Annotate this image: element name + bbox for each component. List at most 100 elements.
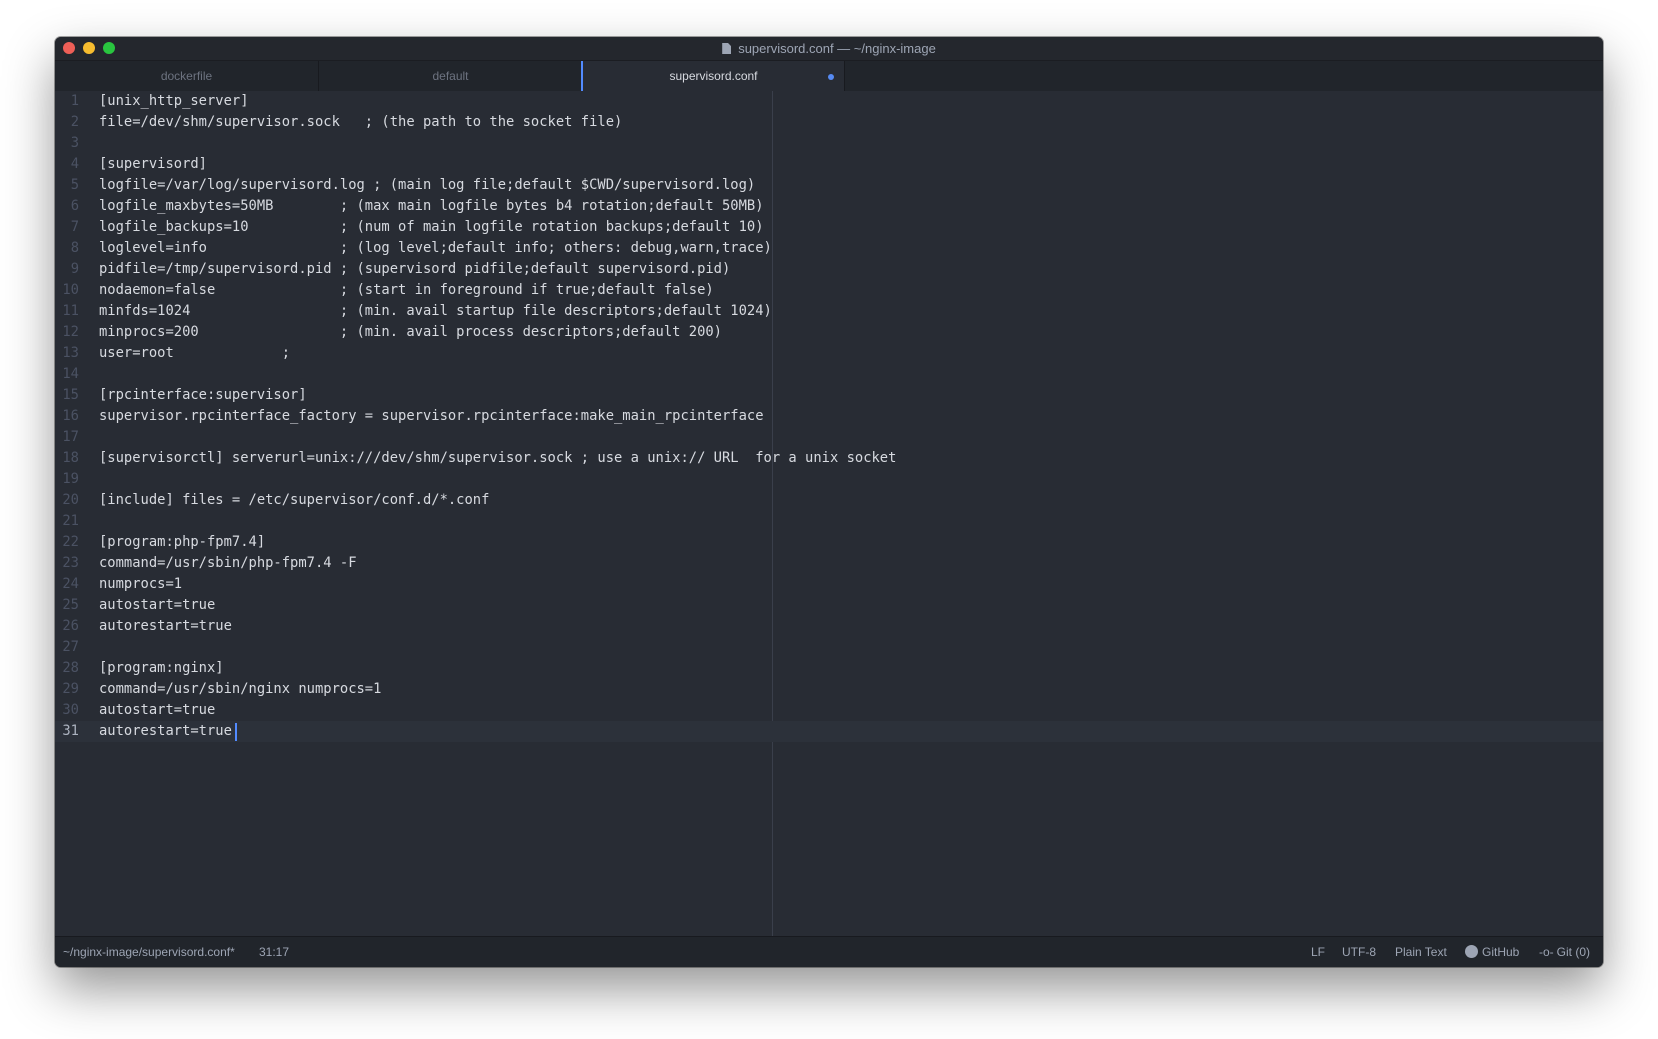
code-line-text: [unix_http_server] [99,93,249,109]
code-line[interactable]: 4 [supervisord] [55,154,1603,175]
status-file-path[interactable]: ~/nginx-image/supervisord.conf* [63,945,235,959]
status-line-ending[interactable]: LF [1311,945,1325,959]
code-line[interactable]: 25 autostart=true [55,595,1603,616]
line-number[interactable]: 29 [55,679,79,700]
code-line-text: autostart=true [99,702,216,718]
code-line-text: autorestart=true [99,618,232,634]
line-number[interactable]: 17 [55,427,79,448]
code-line[interactable]: 9 pidfile=/tmp/supervisord.pid ; (supervi… [55,259,1603,280]
code-line[interactable]: 30 autostart=true [55,700,1603,721]
tab-label: dockerfile [160,69,213,83]
line-number[interactable]: 9 [55,259,79,280]
line-number[interactable]: 15 [55,385,79,406]
line-number[interactable]: 2 [55,112,79,133]
line-number[interactable]: 23 [55,553,79,574]
line-number[interactable]: 16 [55,406,79,427]
line-number[interactable]: 28 [55,658,79,679]
github-icon [1465,945,1478,958]
code-line[interactable]: 17 [55,427,1603,448]
git-commit-icon: -o- [1539,945,1554,959]
document-icon [722,43,732,54]
code-line[interactable]: 10 nodaemon=false ; (start in foreground … [55,280,1603,301]
code-line[interactable]: 27 [55,637,1603,658]
line-number[interactable]: 24 [55,574,79,595]
window-title: supervisord.conf — ~/nginx-image [55,41,1603,56]
line-number[interactable]: 27 [55,637,79,658]
code-line[interactable]: 14 [55,364,1603,385]
line-number[interactable]: 13 [55,343,79,364]
code-line[interactable]: 22 [program:php-fpm7.4] [55,532,1603,553]
status-encoding[interactable]: UTF-8 [1342,945,1376,959]
tab-label: supervisord.conf [669,69,758,83]
line-number[interactable]: 6 [55,196,79,217]
code-line[interactable]: 23 command=/usr/sbin/php-fpm7.4 -F [55,553,1603,574]
line-number[interactable]: 20 [55,490,79,511]
code-line-text: numprocs=1 [99,576,183,592]
code-line-text: autostart=true [99,597,216,613]
text-editor[interactable]: 1 [unix_http_server] 2 file=/dev/shm/superv… [55,91,1603,967]
code-line[interactable]: 26 autorestart=true [55,616,1603,637]
line-number[interactable]: 18 [55,448,79,469]
editor-window: supervisord.conf — ~/nginx-image dockerf… [55,37,1603,967]
line-number[interactable]: 8 [55,238,79,259]
code-line[interactable]: 11 minfds=1024 ; (min. avail startup file… [55,301,1603,322]
line-number[interactable]: 31 [55,721,79,742]
code-line[interactable]: 24 numprocs=1 [55,574,1603,595]
code-line[interactable]: 29 command=/usr/sbin/nginx numprocs=1 [55,679,1603,700]
tab-bar: dockerfile default supervisord.conf [55,61,1603,91]
status-git[interactable]: -o- Git (0) [1539,945,1590,959]
window-title-text: supervisord.conf — ~/nginx-image [738,41,936,56]
code-line[interactable]: 3 [55,133,1603,154]
code-line[interactable]: 6 logfile_maxbytes=50MB ; (max main logfi… [55,196,1603,217]
line-number[interactable]: 10 [55,280,79,301]
status-cursor-position[interactable]: 31:17 [259,945,289,959]
line-number[interactable]: 21 [55,511,79,532]
code-line[interactable]: 7 logfile_backups=10 ; (num of main logfi… [55,217,1603,238]
code-line-text: [rpcinterface:supervisor] [99,387,307,403]
git-label: Git (0) [1556,945,1591,959]
line-number[interactable]: 3 [55,133,79,154]
status-bar: ~/nginx-image/supervisord.conf* 31:17 LF… [55,936,1603,967]
tab-supervisord-conf[interactable]: supervisord.conf [581,61,845,91]
line-number[interactable]: 5 [55,175,79,196]
code-line[interactable]: 1 [unix_http_server] [55,91,1603,112]
line-number[interactable]: 12 [55,322,79,343]
line-number[interactable]: 26 [55,616,79,637]
code-line[interactable]: 15 [rpcinterface:supervisor] [55,385,1603,406]
code-line[interactable]: 13 user=root ; [55,343,1603,364]
code-line[interactable]: 19 [55,469,1603,490]
line-number[interactable]: 1 [55,91,79,112]
code-line[interactable]: 18 [supervisorctl] serverurl=unix:///dev/… [55,448,1603,469]
line-number[interactable]: 7 [55,217,79,238]
code-line-text: command=/usr/sbin/nginx numprocs=1 [99,681,382,697]
code-line[interactable]: 20 [include] files = /etc/supervisor/conf… [55,490,1603,511]
text-cursor [235,723,237,741]
code-line[interactable]: 28 [program:nginx] [55,658,1603,679]
line-number[interactable]: 4 [55,154,79,175]
status-github[interactable]: GitHub [1465,945,1519,959]
line-number[interactable]: 19 [55,469,79,490]
github-label: GitHub [1482,945,1520,959]
line-number[interactable]: 25 [55,595,79,616]
status-grammar[interactable]: Plain Text [1395,945,1447,959]
line-number[interactable]: 30 [55,700,79,721]
code-line-text: [supervisord] [99,156,207,172]
code-line-text: nodaemon=false ; (start in foreground if… [99,282,714,298]
code-line-text: user=root ; [99,345,291,361]
line-number[interactable]: 14 [55,364,79,385]
code-line-text: minprocs=200 ; (min. avail process descr… [99,324,722,340]
tab-dockerfile[interactable]: dockerfile [55,61,319,91]
code-line[interactable]: 5 logfile=/var/log/supervisord.log ; (mai… [55,175,1603,196]
code-line-text: logfile=/var/log/supervisord.log ; (main… [99,177,756,193]
code-line[interactable]: 16 supervisor.rpcinterface_factory = supe… [55,406,1603,427]
code-line[interactable]: 8 loglevel=info ; (log level;default info… [55,238,1603,259]
code-line[interactable]: 31 autorestart=true [55,721,1603,742]
line-number[interactable]: 11 [55,301,79,322]
code-line[interactable]: 12 minprocs=200 ; (min. avail process des… [55,322,1603,343]
modified-indicator-icon[interactable] [828,74,834,80]
code-line[interactable]: 2 file=/dev/shm/supervisor.sock ; (the pa… [55,112,1603,133]
tab-default[interactable]: default [319,61,583,91]
line-number[interactable]: 22 [55,532,79,553]
code-line[interactable]: 21 [55,511,1603,532]
code-line-text: [include] files = /etc/supervisor/conf.d… [99,492,490,508]
